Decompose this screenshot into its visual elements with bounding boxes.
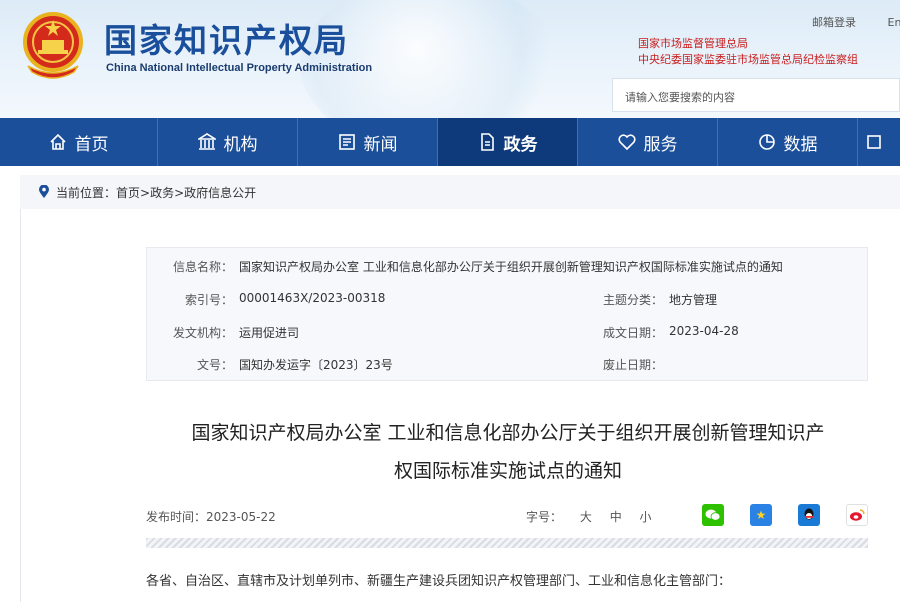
site-header: 国家知识产权局 China National Intellectual Prop… <box>0 0 900 118</box>
discipline-inspection-link[interactable]: 中央纪委国家监委驻市场监管总局纪检监察组 <box>638 52 858 68</box>
info-label: 主题分类： <box>602 293 663 307</box>
english-link[interactable]: En <box>888 16 900 29</box>
info-label: 索引号： <box>184 293 233 307</box>
document-icon <box>480 133 494 151</box>
nav-item-organization[interactable]: 机构 <box>158 118 298 166</box>
info-row-name: 信息名称： 国家知识产权局办公室 工业和信息化部办公厅关于组织开展创新管理知识产… <box>147 258 869 278</box>
wechat-icon[interactable] <box>702 504 724 526</box>
info-label: 发文机构： <box>172 326 233 340</box>
breadcrumb-prefix: 当前位置： <box>56 185 117 200</box>
national-emblem-icon[interactable] <box>20 10 86 80</box>
nav-item-label: 机构 <box>223 134 258 155</box>
breadcrumb-path[interactable]: 首页>政务>政府信息公开 <box>116 184 256 201</box>
site-title[interactable]: 国家知识产权局 <box>104 14 349 62</box>
info-row-docnum: 文号： 国知办发运字〔2023〕23号 废止日期： <box>147 356 869 376</box>
nav-item-label: 数据 <box>783 134 818 155</box>
info-label: 成文日期： <box>602 326 663 340</box>
article-body-first-line: 各省、自治区、直辖市及计划单列市、新疆生产建设兵团知识产权管理部门、工业和信息化… <box>146 574 732 589</box>
font-size-small[interactable]: 小 <box>640 510 652 524</box>
email-login-link[interactable]: 邮箱登录 <box>812 16 856 29</box>
info-row-index: 索引号： 00001463X/2023-00318 主题分类： 地方管理 <box>147 291 869 311</box>
pie-chart-icon <box>758 134 775 150</box>
font-size-large[interactable]: 大 <box>580 510 592 524</box>
main-nav: 首页 机构 新闻 政务 服务 数据 <box>0 118 900 166</box>
info-row-org: 发文机构： 运用促进司 成文日期： 2023-04-28 <box>147 324 869 344</box>
samr-link[interactable]: 国家市场监督管理总局 <box>638 36 858 52</box>
font-size-label: 字号： <box>526 510 563 524</box>
nav-item-data[interactable]: 数据 <box>718 118 858 166</box>
article-title-line: 权国际标准实施试点的通知 <box>393 460 622 482</box>
nav-item-news[interactable]: 新闻 <box>298 118 438 166</box>
home-icon <box>49 133 66 150</box>
info-value: 00001463X/2023-00318 <box>239 291 386 305</box>
info-value: 2023-04-28 <box>669 324 739 338</box>
top-links: 邮箱登录 En <box>812 14 900 30</box>
nav-item-more[interactable] <box>858 118 898 166</box>
more-icon <box>867 135 881 149</box>
publish-time: 发布时间：2023-05-22 <box>146 510 276 524</box>
info-value: 国家知识产权局办公室 工业和信息化部办公厅关于组织开展创新管理知识产权国际标准实… <box>239 260 783 274</box>
related-links: 国家市场监督管理总局 中央纪委国家监委驻市场监管总局纪检监察组 <box>638 36 858 68</box>
nav-item-home[interactable]: 首页 <box>0 118 158 166</box>
nav-item-government-affairs[interactable]: 政务 <box>438 118 578 166</box>
location-pin-icon <box>39 185 49 198</box>
nav-item-label: 服务 <box>643 134 678 155</box>
share-buttons: ★ <box>676 504 868 526</box>
breadcrumb: 当前位置： 首页>政务>政府信息公开 <box>20 175 900 209</box>
heart-icon <box>617 134 636 151</box>
info-label: 文号： <box>196 358 233 372</box>
divider-strip <box>146 538 868 548</box>
building-icon <box>197 133 216 150</box>
info-value: 国知办发运字〔2023〕23号 <box>239 358 393 372</box>
nav-item-label: 首页 <box>74 134 109 155</box>
font-size-controls: 字号： 大 中 小 <box>526 508 666 525</box>
info-label: 信息名称： <box>172 260 233 274</box>
nav-item-label: 新闻 <box>363 134 398 155</box>
article-title: 国家知识产权局办公室 工业和信息化部办公厅关于组织开展创新管理知识产 权国际标准… <box>140 414 876 490</box>
info-value: 地方管理 <box>669 293 718 307</box>
qq-icon[interactable] <box>798 504 820 526</box>
nav-item-label: 政务 <box>503 134 538 155</box>
article-title-line: 国家知识产权局办公室 工业和信息化部办公厅关于组织开展创新管理知识产 <box>191 422 825 444</box>
qzone-icon[interactable]: ★ <box>750 504 772 526</box>
article-meta: 发布时间：2023-05-22 字号： 大 中 小 ★ <box>146 504 868 528</box>
news-icon <box>338 134 355 150</box>
document-info-table: 信息名称： 国家知识产权局办公室 工业和信息化部办公厅关于组织开展创新管理知识产… <box>146 247 868 381</box>
font-size-medium[interactable]: 中 <box>610 510 622 524</box>
nav-item-services[interactable]: 服务 <box>578 118 718 166</box>
search-input[interactable]: 请输入您要搜索的内容 <box>612 78 900 112</box>
info-label: 废止日期： <box>602 358 663 372</box>
info-value: 运用促进司 <box>239 326 300 340</box>
site-subtitle: China National Intellectual Property Adm… <box>106 62 373 74</box>
weibo-icon[interactable] <box>846 504 868 526</box>
